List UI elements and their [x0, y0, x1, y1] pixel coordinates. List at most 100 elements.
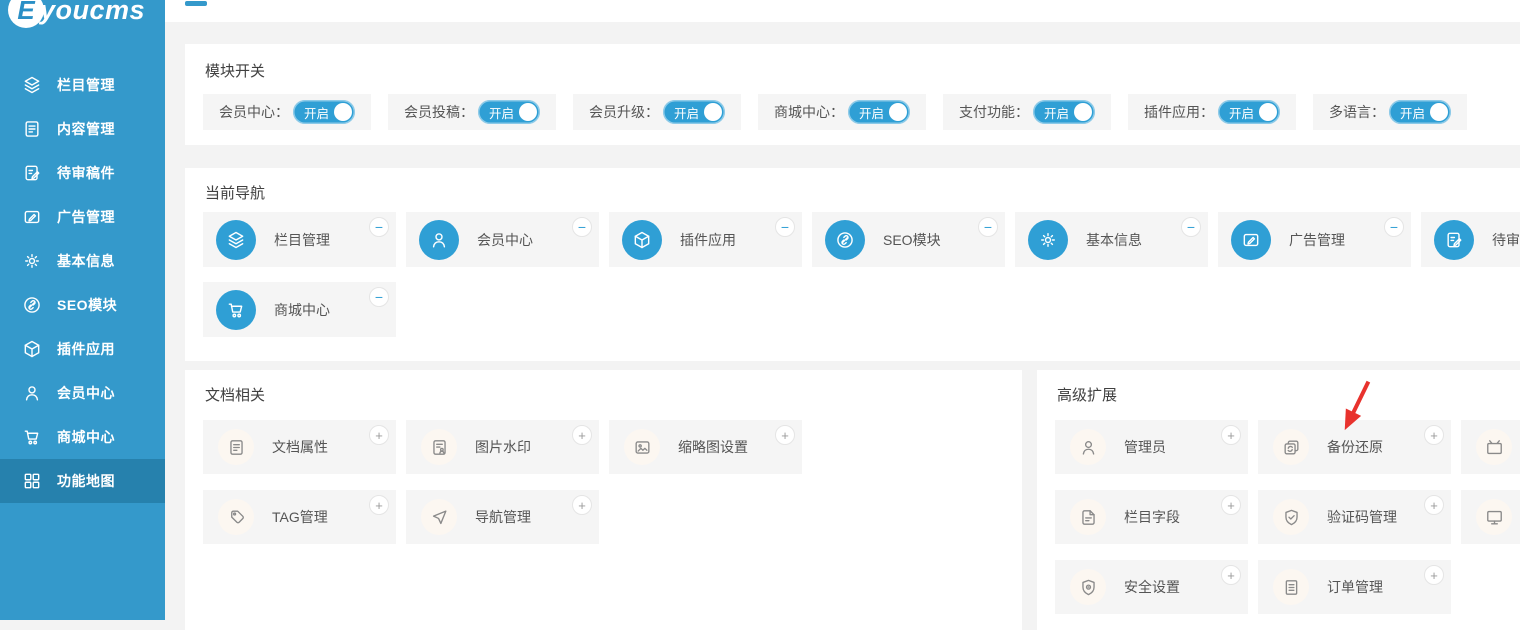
remove-button[interactable]: −	[978, 217, 998, 237]
watermark-icon	[421, 429, 457, 465]
doc-card-image-watermark[interactable]: 图片水印 +	[406, 420, 599, 474]
remove-button[interactable]: −	[1384, 217, 1404, 237]
switch-member-post: 会员投稿： 开启	[388, 94, 556, 130]
nav-card-ad-manage[interactable]: 广告管理 −	[1218, 212, 1411, 267]
sidebar-item-content-manage[interactable]: 内容管理	[0, 107, 165, 151]
add-button[interactable]: +	[369, 425, 389, 445]
sidebar-item-basic-info[interactable]: 基本信息	[0, 239, 165, 283]
add-button[interactable]: +	[369, 495, 389, 515]
logo-text: youcms	[40, 0, 145, 26]
sidebar-item-label: 会员中心	[57, 383, 115, 403]
switch-multilang: 多语言： 开启	[1313, 94, 1467, 130]
cube-icon	[622, 220, 662, 260]
colon: ：	[645, 102, 659, 122]
link-icon	[22, 295, 42, 315]
image-icon	[624, 429, 660, 465]
add-button[interactable]: +	[572, 495, 592, 515]
sidebar-item-label: 基本信息	[57, 251, 115, 271]
sidebar-item-label: 待审稿件	[57, 163, 115, 183]
sidebar-item-member-center[interactable]: 会员中心	[0, 371, 165, 415]
advanced-card-backup-restore[interactable]: 备份还原 +	[1258, 420, 1451, 474]
remove-button[interactable]: −	[775, 217, 795, 237]
panel-title: 文档相关	[185, 370, 1022, 404]
eyoucms-logo[interactable]: E youcms	[8, 0, 145, 28]
toggle-on[interactable]: 开启	[1033, 100, 1095, 124]
nav-card-member-center[interactable]: 会员中心 −	[406, 212, 599, 267]
sidebar-item-mall-center[interactable]: 商城中心	[0, 415, 165, 459]
add-button[interactable]: +	[1424, 495, 1444, 515]
switch-label: 会员中心	[219, 102, 275, 122]
sidebar-item-label: 栏目管理	[57, 75, 115, 95]
add-button[interactable]: +	[1221, 565, 1241, 585]
card-label: 待审稿件	[1492, 230, 1520, 250]
ad-icon	[1231, 220, 1271, 260]
switch-member-upgrade: 会员升级： 开启	[573, 94, 741, 130]
nav-card-row: 栏目管理 − 会员中心 − 插件应用 − SEO模块 − 基本信息 − 广告管理…	[185, 212, 1520, 267]
advanced-card-security-settings[interactable]: 安全设置 +	[1055, 560, 1248, 614]
switch-label: 多语言	[1329, 102, 1371, 122]
switch-label: 支付功能	[959, 102, 1015, 122]
active-tab-indicator[interactable]	[185, 1, 207, 6]
sidebar-item-label: 广告管理	[57, 207, 115, 227]
card-label: 订单管理	[1327, 577, 1383, 597]
nav-card-basic-info[interactable]: 基本信息 −	[1015, 212, 1208, 267]
document-edit-icon	[22, 163, 42, 183]
doc-card-tag-manage[interactable]: TAG管理 +	[203, 490, 396, 544]
cube-icon	[22, 339, 42, 359]
sidebar-item-ad-manage[interactable]: 广告管理	[0, 195, 165, 239]
remove-button[interactable]: −	[1181, 217, 1201, 237]
doc-card-doc-attributes[interactable]: 文档属性 +	[203, 420, 396, 474]
nav-card-pending-drafts[interactable]: 待审稿件 −	[1421, 212, 1520, 267]
doc-card-nav-manage[interactable]: 导航管理 +	[406, 490, 599, 544]
sidebar-item-function-map[interactable]: 功能地图	[0, 459, 165, 503]
toggle-state-label: 开启	[859, 103, 884, 122]
remove-button[interactable]: −	[369, 217, 389, 237]
layers-icon	[22, 75, 42, 95]
cart-icon	[216, 290, 256, 330]
gear-icon	[1028, 220, 1068, 260]
add-button[interactable]: +	[1424, 565, 1444, 585]
advanced-card-captcha-manage[interactable]: 验证码管理 +	[1258, 490, 1451, 544]
card-label: 缩略图设置	[678, 437, 748, 457]
toggle-on[interactable]: 开启	[1389, 100, 1451, 124]
toggle-state-label: 开启	[304, 103, 329, 122]
add-button[interactable]: +	[1221, 495, 1241, 515]
advanced-card-cutoff-monitor[interactable]: +	[1461, 490, 1520, 544]
add-button[interactable]: +	[1424, 425, 1444, 445]
panel-title: 当前导航	[185, 168, 1520, 202]
toggle-on[interactable]: 开启	[478, 100, 540, 124]
toggle-on[interactable]: 开启	[1218, 100, 1280, 124]
sidebar-item-pending-drafts[interactable]: 待审稿件	[0, 151, 165, 195]
remove-button[interactable]: −	[369, 287, 389, 307]
toggle-state-label: 开启	[1229, 103, 1254, 122]
toggle-on[interactable]: 开启	[848, 100, 910, 124]
link-icon	[825, 220, 865, 260]
add-button[interactable]: +	[572, 425, 592, 445]
remove-button[interactable]: −	[572, 217, 592, 237]
toggle-on[interactable]: 开启	[293, 100, 355, 124]
doc-card-thumbnail-settings[interactable]: 缩略图设置 +	[609, 420, 802, 474]
advanced-panel: 高级扩展 管理员 + 备份还原 + + 栏目字段 + 验证码管理 +	[1037, 370, 1520, 630]
nav-card-plugin-app[interactable]: 插件应用 −	[609, 212, 802, 267]
sidebar-item-column-manage[interactable]: 栏目管理	[0, 63, 165, 107]
add-button[interactable]: +	[775, 425, 795, 445]
nav-card-mall-center[interactable]: 商城中心 −	[203, 282, 396, 337]
advanced-card-order-manage[interactable]: 订单管理 +	[1258, 560, 1451, 614]
switch-payment: 支付功能： 开启	[943, 94, 1111, 130]
advanced-card-column-fields[interactable]: 栏目字段 +	[1055, 490, 1248, 544]
nav-card-seo-module[interactable]: SEO模块 −	[812, 212, 1005, 267]
sidebar-item-seo-module[interactable]: SEO模块	[0, 283, 165, 327]
add-button[interactable]: +	[1221, 425, 1241, 445]
module-switches-panel: 模块开关 会员中心： 开启 会员投稿： 开启 会员升级： 开启 商城中心： 开启…	[185, 44, 1520, 145]
cart-icon	[22, 427, 42, 447]
sidebar-item-plugin-app[interactable]: 插件应用	[0, 327, 165, 371]
advanced-card-admin[interactable]: 管理员 +	[1055, 420, 1248, 474]
advanced-card-cutoff-tv[interactable]: +	[1461, 420, 1520, 474]
card-label: 验证码管理	[1327, 507, 1397, 527]
colon: ：	[460, 102, 474, 122]
nav-card-column-manage[interactable]: 栏目管理 −	[203, 212, 396, 267]
sidebar-item-label: 内容管理	[57, 119, 115, 139]
toggle-on[interactable]: 开启	[663, 100, 725, 124]
colon: ：	[1200, 102, 1214, 122]
card-label: 广告管理	[1289, 230, 1345, 250]
